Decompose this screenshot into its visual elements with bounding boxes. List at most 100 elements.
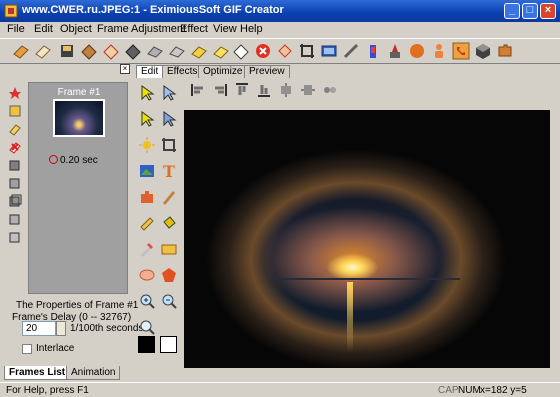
folder-icon[interactable] <box>190 42 208 60</box>
wizard-icon[interactable] <box>102 42 120 60</box>
note-icon[interactable] <box>8 122 22 136</box>
tab-effects[interactable]: Effects <box>162 65 203 78</box>
star-icon[interactable] <box>8 86 22 100</box>
center-vertical-icon[interactable] <box>300 82 316 98</box>
text-icon[interactable]: T <box>160 162 178 180</box>
magic-select-icon[interactable] <box>138 110 156 128</box>
frame-thumbnail[interactable] <box>53 99 105 137</box>
arrow-icon[interactable] <box>138 84 156 102</box>
minimize-button[interactable]: _ <box>504 3 520 19</box>
frame-item[interactable]: Frame #1 <box>49 87 109 143</box>
tool-palette: T <box>136 80 182 356</box>
pencil-icon[interactable] <box>138 214 156 232</box>
puzzle-tool-icon[interactable] <box>138 188 156 206</box>
frame-title: Frame #1 <box>57 87 101 98</box>
copy-icon[interactable] <box>8 158 22 172</box>
wand-icon[interactable] <box>342 42 360 60</box>
zoom-out-icon[interactable] <box>160 292 178 310</box>
select-icon[interactable] <box>160 84 178 102</box>
video-icon[interactable] <box>124 42 142 60</box>
align-left-icon[interactable] <box>190 82 206 98</box>
status-cap: CAP <box>438 385 459 396</box>
background-color-swatch[interactable] <box>160 336 177 353</box>
delete-icon[interactable] <box>8 140 22 154</box>
polygon-icon[interactable] <box>160 266 178 284</box>
figure-icon[interactable] <box>430 42 448 60</box>
tab-animation[interactable]: Animation <box>66 366 121 380</box>
export-icon[interactable] <box>168 42 186 60</box>
sun-reflection <box>347 282 353 352</box>
properties-title: The Properties of Frame #1 <box>16 300 139 311</box>
panel-close-button[interactable]: × <box>120 64 130 74</box>
lasso-icon[interactable] <box>160 110 178 128</box>
menu-file[interactable]: File <box>7 23 25 35</box>
fill-icon[interactable] <box>160 214 178 232</box>
pen-icon[interactable] <box>160 188 178 206</box>
menu-frame[interactable]: Frame <box>97 23 129 35</box>
menu-help[interactable]: Help <box>240 23 263 35</box>
status-num: NUM <box>458 385 481 396</box>
status-coords: x=182 y=5 <box>480 385 527 396</box>
eraser-icon[interactable] <box>232 42 250 60</box>
editor-tabs: Edit Effects Optimize Preview <box>136 64 556 78</box>
menu-view[interactable]: View <box>213 23 237 35</box>
svg-text:T: T <box>163 162 175 180</box>
layers-icon[interactable] <box>8 104 22 118</box>
new-icon[interactable] <box>34 42 52 60</box>
crop-icon[interactable] <box>298 42 316 60</box>
align-top-icon[interactable] <box>234 82 250 98</box>
align-right-icon[interactable] <box>212 82 228 98</box>
folder-open-icon[interactable] <box>212 42 230 60</box>
zoom-icon[interactable] <box>138 318 156 336</box>
move-down-icon[interactable] <box>8 230 22 244</box>
foreground-color-swatch[interactable] <box>138 336 155 353</box>
wave-sunset-image <box>184 110 550 368</box>
tab-edit[interactable]: Edit <box>136 65 164 78</box>
delay-spinner[interactable] <box>56 321 66 336</box>
bottle-icon[interactable] <box>364 42 382 60</box>
tab-preview[interactable]: Preview <box>244 65 290 78</box>
puzzle-icon[interactable] <box>496 42 514 60</box>
center-horizontal-icon[interactable] <box>278 82 294 98</box>
paint-icon[interactable] <box>386 42 404 60</box>
paste-icon[interactable] <box>8 176 22 190</box>
dropper-icon[interactable] <box>138 240 156 258</box>
import-icon[interactable] <box>146 42 164 60</box>
ball-icon[interactable] <box>408 42 426 60</box>
menu-edit[interactable]: Edit <box>34 23 53 35</box>
zoom-in-icon[interactable] <box>138 292 156 310</box>
tab-optimize[interactable]: Optimize <box>198 65 248 78</box>
image-icon[interactable] <box>138 162 156 180</box>
interlace-checkbox[interactable] <box>22 344 32 354</box>
group-icon[interactable] <box>322 82 338 98</box>
menu-effect[interactable]: Effect <box>180 23 208 35</box>
close-button[interactable]: × <box>540 3 556 19</box>
preview-icon[interactable] <box>320 42 338 60</box>
save-icon[interactable] <box>58 42 76 60</box>
menu-adjustment[interactable]: Adjustment <box>131 23 186 35</box>
open-icon[interactable] <box>12 42 30 60</box>
phone-icon[interactable] <box>452 42 470 60</box>
tag-icon[interactable] <box>276 42 294 60</box>
window-title: www.CWER.ru.JPEG:1 - EximiousSoft GIF Cr… <box>22 4 284 16</box>
align-bottom-icon[interactable] <box>256 82 272 98</box>
duplicate-icon[interactable] <box>8 194 22 208</box>
frame-delay-text: 0.20 sec <box>60 155 98 166</box>
film-icon[interactable] <box>80 42 98 60</box>
stop-icon[interactable] <box>254 42 272 60</box>
tab-frames-list[interactable]: Frames List <box>4 366 71 380</box>
crop-tool-icon[interactable] <box>160 136 178 154</box>
image-canvas[interactable] <box>184 110 550 368</box>
title-bar: www.CWER.ru.JPEG:1 - EximiousSoft GIF Cr… <box>0 0 560 22</box>
move-up-icon[interactable] <box>8 212 22 226</box>
main-toolbar <box>0 38 560 64</box>
menu-object[interactable]: Object <box>60 23 92 35</box>
delay-input[interactable]: 20 <box>22 321 56 336</box>
zoom-sun-icon[interactable] <box>138 136 156 154</box>
frames-list: Frame #1 0.20 sec <box>28 82 128 294</box>
maximize-button[interactable]: □ <box>522 3 538 19</box>
rectangle-icon[interactable] <box>160 240 178 258</box>
cube-icon[interactable] <box>474 42 492 60</box>
ellipse-icon[interactable] <box>138 266 156 284</box>
frames-panel: × Frame #1 0.20 sec The Properties of Fr… <box>4 64 143 366</box>
